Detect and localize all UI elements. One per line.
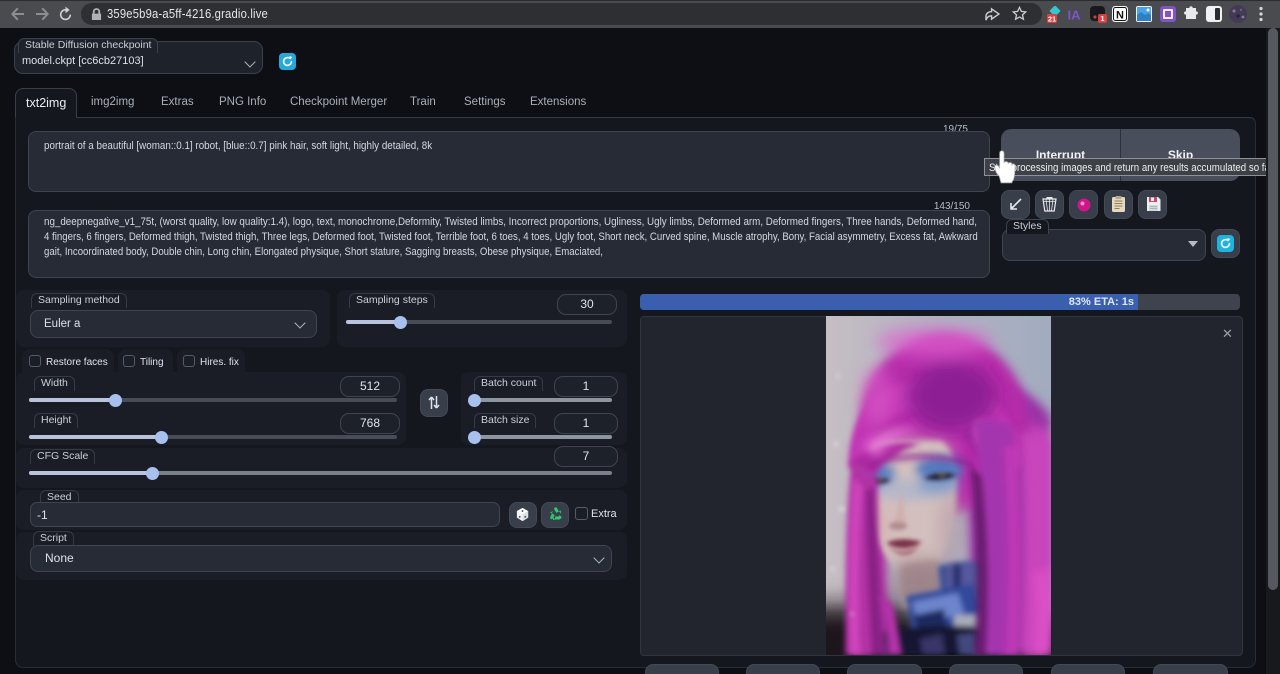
svg-text:IA: IA: [1068, 8, 1082, 23]
svg-text:N: N: [1116, 10, 1124, 22]
svg-text:1: 1: [1100, 14, 1104, 23]
svg-text:21: 21: [1048, 15, 1056, 23]
